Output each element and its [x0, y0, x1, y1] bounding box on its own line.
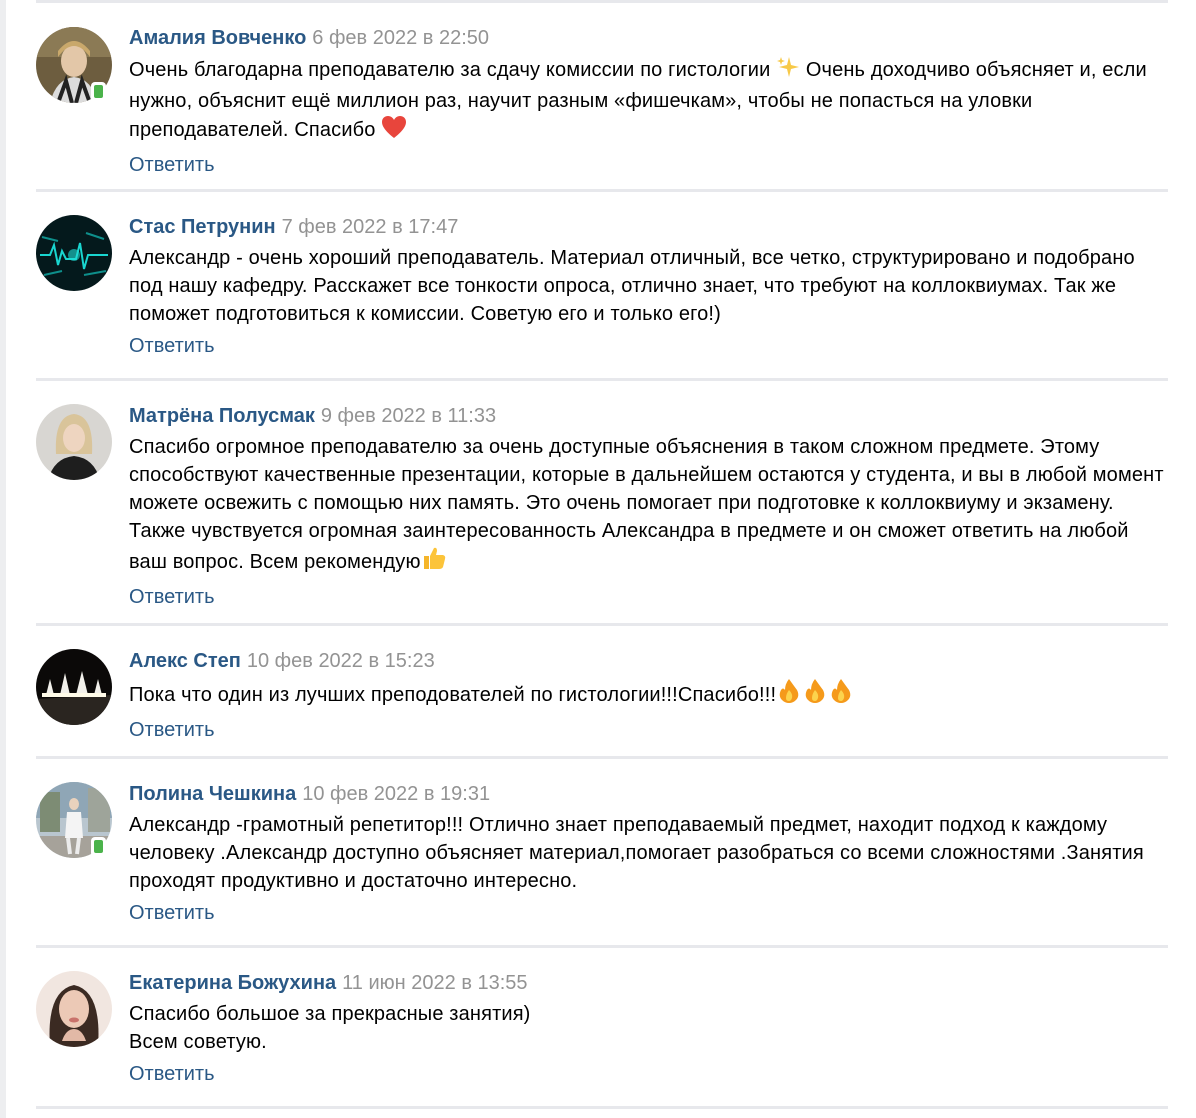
comment-body: Матрёна Полусмак 9 фев 2022 в 11:33 Спаси… — [129, 404, 1168, 609]
comment-date[interactable]: 6 фев 2022 в 22:50 — [312, 27, 489, 49]
comment-body: Алекс Степ 10 фев 2022 в 15:23 Пока что о… — [129, 649, 1168, 742]
comment-text-line: Спасибо большое за прекрасные занятия) — [129, 1003, 531, 1025]
comment-item: Полина Чешкина 10 фев 2022 в 19:31 Алекса… — [36, 759, 1168, 945]
comment-author[interactable]: Амалия Вовченко — [129, 27, 306, 49]
comment-text: Пока что один из лучших преподователей п… — [129, 678, 1168, 712]
fire-icon — [776, 678, 802, 712]
comment-date[interactable]: 10 фев 2022 в 19:31 — [302, 783, 490, 805]
separator — [36, 1106, 1168, 1109]
comment-item: Амалия Вовченко 6 фев 2022 в 22:50 Очень … — [36, 3, 1168, 189]
avatar[interactable] — [36, 215, 112, 291]
comment-body: Екатерина Божухина 11 июн 2022 в 13:55 Сп… — [129, 971, 1168, 1086]
comment-text-part: Пока что один из лучших преподователей п… — [129, 684, 777, 706]
sparkles-icon — [776, 55, 800, 87]
comment-text-line: Всем советую. — [129, 1031, 267, 1053]
comment-text: Очень благодарна преподавателю за сдачу … — [129, 55, 1168, 147]
thumbs-up-icon — [421, 545, 447, 579]
comment-text: Спасибо огромное преподавателю за очень … — [129, 433, 1168, 579]
comment-date[interactable]: 7 фев 2022 в 17:47 — [282, 216, 459, 238]
reply-button[interactable]: Ответить — [129, 1062, 1168, 1086]
comment-date[interactable]: 10 фев 2022 в 15:23 — [247, 650, 435, 672]
reply-button[interactable]: Ответить — [129, 334, 1168, 358]
comment-author[interactable]: Екатерина Божухина — [129, 972, 336, 994]
avatar[interactable] — [36, 404, 112, 480]
comment-date[interactable]: 9 фев 2022 в 11:33 — [321, 405, 496, 427]
comment-item: Стас Петрунин 7 фев 2022 в 17:47 Александ… — [36, 192, 1168, 378]
mobile-online-icon — [91, 82, 106, 102]
mobile-online-icon — [91, 837, 106, 857]
heart-icon — [381, 115, 407, 147]
page-left-strip — [0, 0, 6, 1118]
comment-item: Алекс Степ 10 фев 2022 в 15:23 Пока что о… — [36, 626, 1168, 756]
reply-button[interactable]: Ответить — [129, 718, 1168, 742]
fire-icon — [828, 678, 854, 712]
comments-feed: Амалия Вовченко 6 фев 2022 в 22:50 Очень … — [36, 0, 1168, 1109]
comment-date[interactable]: 11 июн 2022 в 13:55 — [342, 972, 527, 994]
comment-body: Амалия Вовченко 6 фев 2022 в 22:50 Очень … — [129, 26, 1168, 177]
fire-icon — [802, 678, 828, 712]
comment-text: Александр - очень хороший преподаватель.… — [129, 247, 1135, 325]
comment-item: Матрёна Полусмак 9 фев 2022 в 11:33 Спаси… — [36, 381, 1168, 623]
reply-button[interactable]: Ответить — [129, 901, 1168, 925]
reply-button[interactable]: Ответить — [129, 585, 1168, 609]
comment-item: Екатерина Божухина 11 июн 2022 в 13:55 Сп… — [36, 948, 1168, 1106]
comment-text-part: Очень благодарна преподавателю за сдачу … — [129, 59, 777, 81]
comment-text-part: Спасибо огромное преподавателю за очень … — [129, 436, 1164, 573]
comment-author[interactable]: Алекс Степ — [129, 650, 241, 672]
comment-author[interactable]: Полина Чешкина — [129, 783, 296, 805]
avatar[interactable] — [36, 649, 112, 725]
comment-text: Спасибо большое за прекрасные занятия) Вс… — [129, 1000, 1168, 1056]
comment-author[interactable]: Матрёна Полусмак — [129, 405, 315, 427]
comment-body: Стас Петрунин 7 фев 2022 в 17:47 Александ… — [129, 215, 1168, 358]
comment-body: Полина Чешкина 10 фев 2022 в 19:31 Алекса… — [129, 782, 1168, 925]
avatar[interactable] — [36, 971, 112, 1047]
comment-text: Александр -грамотный репетитор!!! Отличн… — [129, 814, 1144, 892]
comment-author[interactable]: Стас Петрунин — [129, 216, 276, 238]
reply-button[interactable]: Ответить — [129, 153, 1168, 177]
